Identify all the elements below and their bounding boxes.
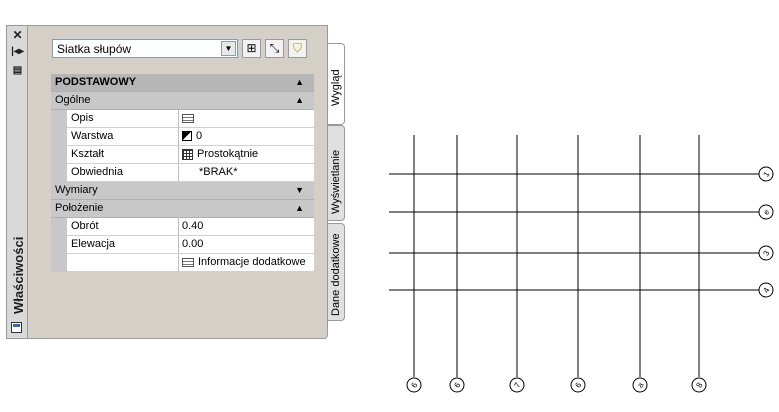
column-bubble[interactable]: 6 [570, 377, 586, 393]
column-grid-lines [389, 135, 759, 377]
drawing-area: 6 6 7 6 a 8 1 e 3 4 [389, 135, 774, 393]
row-bubble[interactable]: e [758, 204, 774, 220]
column-bubble[interactable]: 8 [691, 377, 707, 393]
row-bubble[interactable]: 1 [758, 166, 774, 182]
row-bubble[interactable]: 3 [758, 245, 774, 261]
column-bubble[interactable]: 7 [509, 377, 525, 393]
column-bubble[interactable]: 6 [406, 377, 422, 393]
column-bubble[interactable]: 6 [449, 377, 465, 393]
row-bubble[interactable]: 4 [758, 282, 774, 298]
grid-bubbles: 6 6 7 6 a 8 1 e 3 4 [406, 166, 774, 393]
column-bubble[interactable]: a [632, 377, 648, 393]
